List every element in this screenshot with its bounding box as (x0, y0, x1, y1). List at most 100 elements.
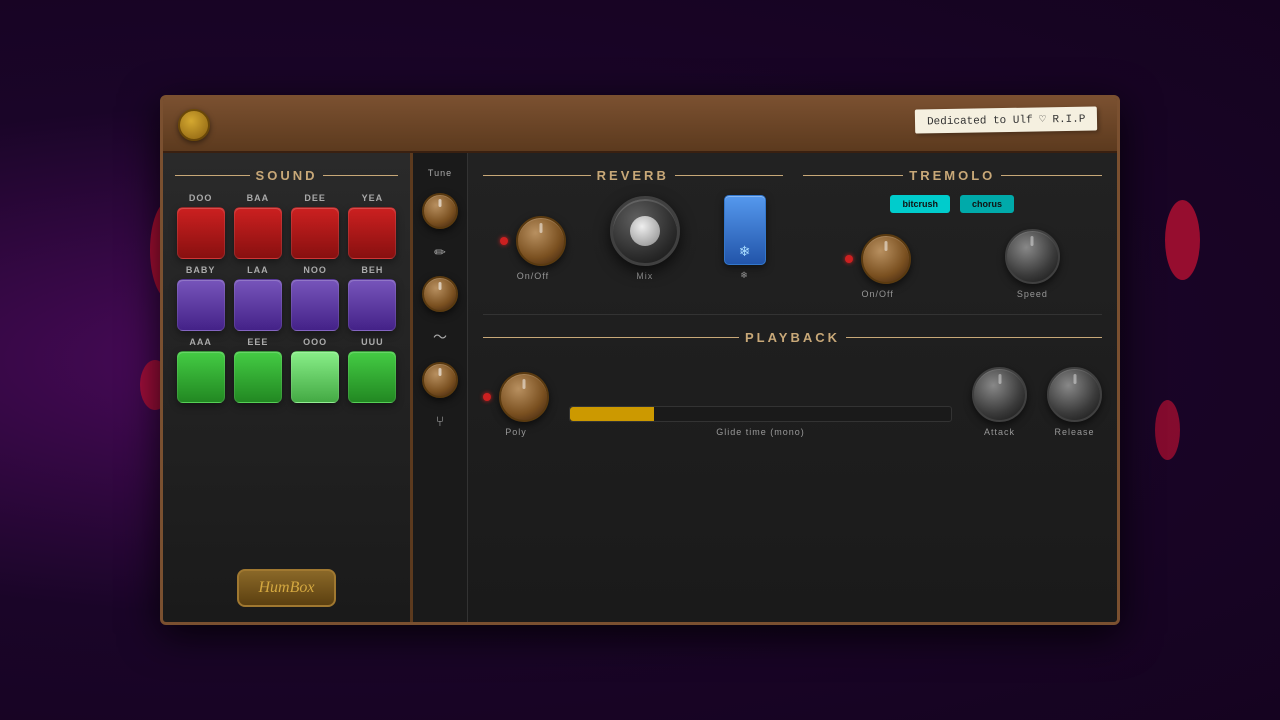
release-label: Release (1054, 427, 1094, 437)
sound-col-noo: NOO (290, 265, 341, 331)
pad-uuu[interactable] (348, 351, 396, 403)
attack-knob[interactable] (972, 367, 1027, 422)
tune-knob2[interactable] (422, 276, 458, 312)
glide-slider-container[interactable] (569, 406, 952, 422)
humbox-logo: HumBox (175, 569, 398, 607)
bitcrush-button[interactable]: bitcrush (890, 195, 950, 213)
reverb-extra-control: ❄ (724, 195, 766, 281)
label-uuu: UUU (361, 337, 384, 347)
top-bar: Dedicated to Ulf ♡ R.I.P (163, 98, 1117, 153)
poly-led-row (483, 372, 549, 422)
divider (483, 314, 1102, 315)
reverb-onoff-control: On/Off (500, 216, 566, 281)
tremolo-speed-knob[interactable] (1005, 229, 1060, 284)
reverb-section: REVERB On/Off (483, 168, 783, 299)
sound-col-eee: EEE (232, 337, 283, 403)
sound-col-baby: BABY (175, 265, 226, 331)
pad-baby[interactable] (177, 279, 225, 331)
right-panel: REVERB On/Off (468, 153, 1117, 622)
tune-knob[interactable] (422, 193, 458, 229)
sound-col-yea: YEA (347, 193, 398, 259)
main-window: Dedicated to Ulf ♡ R.I.P SOUND DOO BAA D… (160, 95, 1120, 625)
label-noo: NOO (303, 265, 327, 275)
sound-col-laa: LAA (232, 265, 283, 331)
tremolo-led-row (845, 234, 911, 284)
reverb-onoff-knob[interactable] (516, 216, 566, 266)
label-baa: BAA (247, 193, 270, 203)
tremolo-controls: On/Off Speed (803, 229, 1103, 299)
reverb-mix-control: Mix (610, 196, 680, 281)
sound-section-title: SOUND (175, 168, 398, 183)
sound-col-beh: BEH (347, 265, 398, 331)
tremolo-title: TREMOLO (803, 168, 1103, 183)
glide-control: Glide time (mono) (569, 406, 952, 437)
release-knob[interactable] (1047, 367, 1102, 422)
pad-noo[interactable] (291, 279, 339, 331)
wave-icon: 〜 (433, 327, 447, 347)
release-control: Release (1047, 367, 1102, 437)
playback-title: PLAYBACK (483, 330, 1102, 345)
tremolo-onoff-knob[interactable] (861, 234, 911, 284)
share-icon: ⑂ (436, 413, 444, 429)
reverb-title: REVERB (483, 168, 783, 183)
pad-baa[interactable] (234, 207, 282, 259)
playback-row: PLAYBACK Poly (483, 330, 1102, 447)
reverb-controls: On/Off Mix ❄ (483, 195, 783, 281)
dedication-tag: Dedicated to Ulf ♡ R.I.P (914, 106, 1097, 133)
tremolo-onoff-control: On/Off (845, 234, 911, 299)
sound-col-aaa: AAA (175, 337, 226, 403)
pad-yea[interactable] (348, 207, 396, 259)
label-doo: DOO (189, 193, 213, 203)
sound-panel: SOUND DOO BAA DEE YEA (163, 153, 413, 622)
tune-strip: Tune ✏ 〜 ⑂ (413, 153, 468, 622)
label-dee: DEE (304, 193, 326, 203)
pad-aaa[interactable] (177, 351, 225, 403)
reverb-led (500, 237, 508, 245)
poly-knob[interactable] (499, 372, 549, 422)
pad-beh[interactable] (348, 279, 396, 331)
attack-label: Attack (984, 427, 1015, 437)
glide-slider-fill (570, 407, 654, 421)
sound-col-uuu: UUU (347, 337, 398, 403)
label-baby: BABY (186, 265, 216, 275)
label-laa: LAA (247, 265, 269, 275)
pad-doo[interactable] (177, 207, 225, 259)
pencil-icon: ✏ (434, 244, 446, 261)
attack-control: Attack (972, 367, 1027, 437)
effect-buttons-row: bitcrush chorus (803, 195, 1103, 213)
sound-col-baa: BAA (232, 193, 283, 259)
poly-label: Poly (505, 427, 527, 437)
reverb-mix-label: Mix (636, 271, 653, 281)
label-beh: BEH (361, 265, 383, 275)
reverb-blue-button[interactable] (724, 195, 766, 265)
tune-label: Tune (428, 168, 452, 178)
sound-col-ooo: OOO (290, 337, 341, 403)
glide-label: Glide time (mono) (716, 427, 805, 437)
fx-row: REVERB On/Off (483, 168, 1102, 299)
playback-controls: Poly Glide time (mono) Attack (483, 357, 1102, 447)
tremolo-section: TREMOLO bitcrush chorus (803, 168, 1103, 299)
reverb-onoff-label: On/Off (517, 271, 549, 281)
sound-col-dee: DEE (290, 193, 341, 259)
power-button[interactable] (178, 109, 210, 141)
tremolo-speed-control: Speed (1005, 229, 1060, 299)
tune-knob3[interactable] (422, 362, 458, 398)
sound-col-doo: DOO (175, 193, 226, 259)
tremolo-onoff-label: On/Off (861, 289, 893, 299)
reverb-mix-knob[interactable] (610, 196, 680, 266)
pad-ooo[interactable] (291, 351, 339, 403)
tremolo-speed-label: Speed (1017, 289, 1048, 299)
tremolo-led (845, 255, 853, 263)
pad-eee[interactable] (234, 351, 282, 403)
reverb-led-row (500, 216, 566, 266)
label-ooo: OOO (303, 337, 327, 347)
chorus-button[interactable]: chorus (960, 195, 1014, 213)
reverb-mix-knob-inner (630, 216, 660, 246)
poly-control: Poly (483, 372, 549, 437)
label-aaa: AAA (189, 337, 212, 347)
poly-led (483, 393, 491, 401)
pad-laa[interactable] (234, 279, 282, 331)
humbox-brand: HumBox (237, 569, 337, 607)
reverb-snowflake-label: ❄ (740, 270, 749, 281)
pad-dee[interactable] (291, 207, 339, 259)
